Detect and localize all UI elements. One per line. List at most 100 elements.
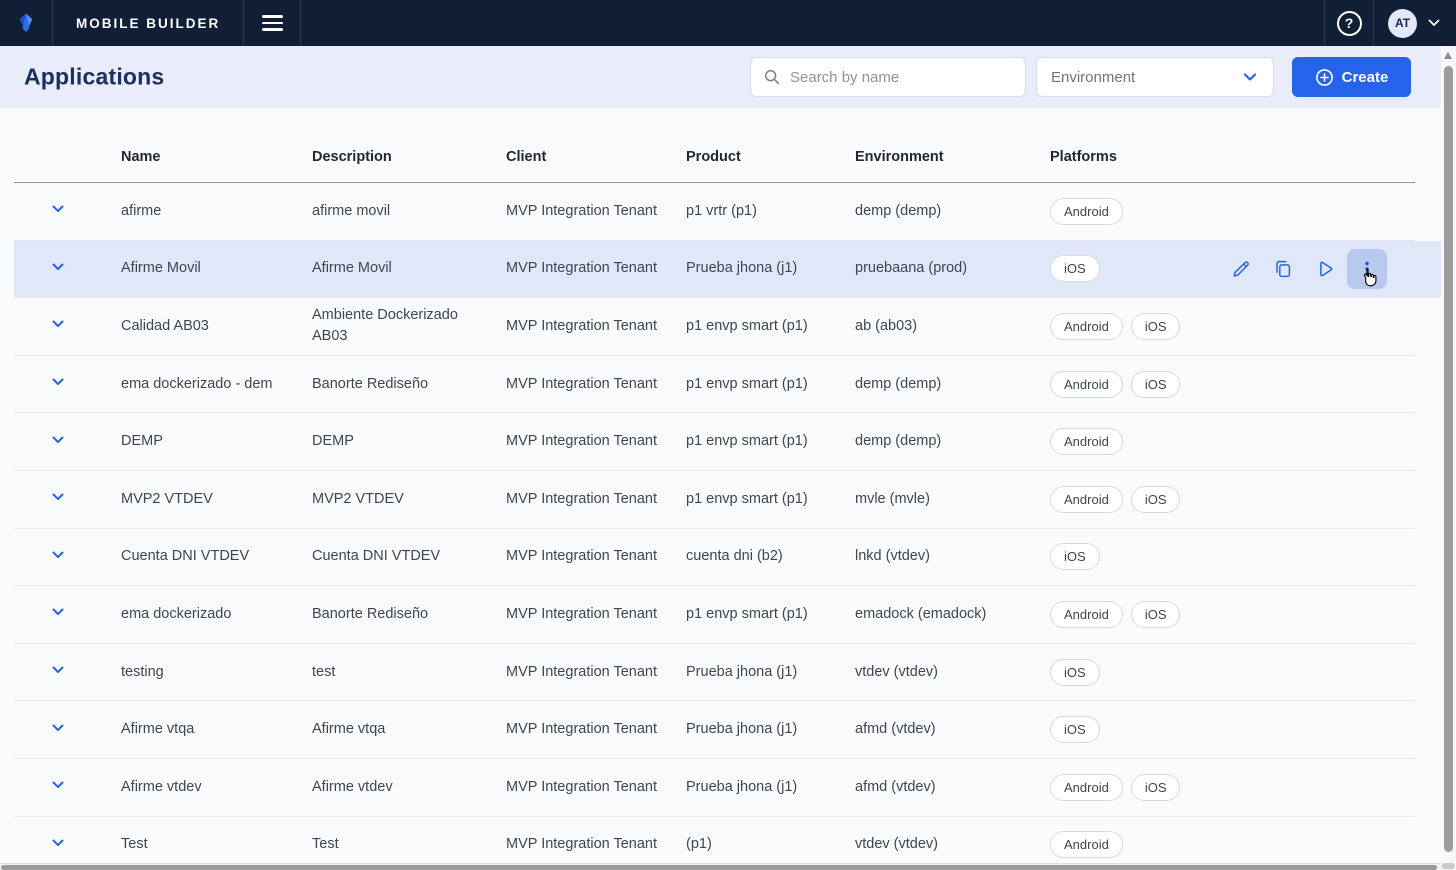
platform-badges: iOS <box>1050 543 1215 570</box>
app-client: MVP Integration Tenant <box>506 374 686 395</box>
menu-button[interactable] <box>244 0 301 46</box>
brand-logo[interactable] <box>0 0 53 46</box>
horizontal-scrollbar-thumb[interactable] <box>1 865 1437 870</box>
expand-row-button[interactable] <box>47 256 69 278</box>
table-row[interactable]: Afirme Movil Afirme Movil MVP Integratio… <box>14 241 1441 299</box>
app-client: MVP Integration Tenant <box>506 258 686 279</box>
search-input[interactable] <box>790 69 1013 86</box>
platform-badges: Android <box>1050 831 1215 858</box>
app-client: MVP Integration Tenant <box>506 604 686 625</box>
platform-badges: AndroidiOS <box>1050 601 1215 628</box>
duplicate-button[interactable] <box>1263 249 1303 289</box>
create-button-label: Create <box>1342 69 1389 86</box>
table-row[interactable]: Afirme vtdev Afirme vtdev MVP Integratio… <box>14 759 1415 817</box>
scrollbar-corner <box>1442 863 1455 869</box>
app-client: MVP Integration Tenant <box>506 489 686 510</box>
table-row[interactable]: Test Test MVP Integration Tenant (p1) vt… <box>14 817 1415 870</box>
table-row[interactable]: ema dockerizado - dem Banorte Rediseño M… <box>14 356 1415 414</box>
platform-badge: Android <box>1050 198 1123 225</box>
vertical-scrollbar-thumb[interactable] <box>1444 66 1453 852</box>
search-box[interactable] <box>750 57 1026 97</box>
help-button[interactable]: ? <box>1324 0 1373 46</box>
app-name: testing <box>121 662 312 683</box>
hamburger-icon <box>262 15 283 30</box>
edit-button[interactable] <box>1221 249 1261 289</box>
app-name: Afirme vtqa <box>121 719 312 740</box>
app-environment: lnkd (vtdev) <box>855 546 1050 567</box>
chevron-down-icon <box>50 777 66 793</box>
table-row[interactable]: afirme afirme movil MVP Integration Tena… <box>14 183 1415 241</box>
app-environment: demp (demp) <box>855 201 1050 222</box>
chevron-down-icon <box>50 201 66 217</box>
col-client: Client <box>506 149 686 165</box>
platform-badge: Android <box>1050 601 1123 628</box>
platform-badge: iOS <box>1131 774 1181 801</box>
table-row[interactable]: ema dockerizado Banorte Rediseño MVP Int… <box>14 586 1415 644</box>
platform-badge: iOS <box>1131 313 1181 340</box>
col-name: Name <box>121 149 312 165</box>
table-row[interactable]: Afirme vtqa Afirme vtqa MVP Integration … <box>14 701 1415 759</box>
environment-select[interactable]: Environment <box>1036 57 1274 97</box>
app-product: p1 vrtr (p1) <box>686 201 855 222</box>
vertical-scrollbar[interactable] <box>1441 46 1456 870</box>
col-environment: Environment <box>855 149 1050 165</box>
create-button[interactable]: Create <box>1292 57 1411 97</box>
table-row[interactable]: Cuenta DNI VTDEV Cuenta DNI VTDEV MVP In… <box>14 529 1415 587</box>
expand-row-button[interactable] <box>47 717 69 739</box>
platform-badges: iOS <box>1050 716 1215 743</box>
app-name: afirme <box>121 201 312 222</box>
expand-row-button[interactable] <box>47 774 69 796</box>
expand-row-button[interactable] <box>47 544 69 566</box>
app-description: Ambiente Dockerizado AB03 <box>312 305 506 347</box>
app-product: Prueba jhona (j1) <box>686 258 855 279</box>
chevron-down-icon <box>50 662 66 678</box>
horizontal-scrollbar[interactable] <box>0 863 1441 870</box>
app-environment: vtdev (vtdev) <box>855 834 1050 855</box>
kebab-menu-icon <box>1357 259 1377 279</box>
platform-badges: AndroidiOS <box>1050 774 1215 801</box>
expand-row-button[interactable] <box>47 601 69 623</box>
table-row[interactable]: MVP2 VTDEV MVP2 VTDEV MVP Integration Te… <box>14 471 1415 529</box>
expand-row-button[interactable] <box>47 371 69 393</box>
app-name: Afirme vtdev <box>121 777 312 798</box>
applications-table: Name Description Client Product Environm… <box>14 108 1441 870</box>
app-name: Test <box>121 834 312 855</box>
app-description: Cuenta DNI VTDEV <box>312 546 506 567</box>
table-row[interactable]: testing test MVP Integration Tenant Prue… <box>14 644 1415 702</box>
platform-badge: Android <box>1050 371 1123 398</box>
chevron-down-icon <box>1426 15 1442 31</box>
top-navigation-bar: MOBILE BUILDER ? AT <box>0 0 1456 46</box>
expand-row-button[interactable] <box>47 832 69 854</box>
run-button[interactable] <box>1305 249 1345 289</box>
pencil-icon <box>1230 258 1252 280</box>
expand-row-button[interactable] <box>47 486 69 508</box>
app-description: Afirme vtdev <box>312 777 506 798</box>
avatar: AT <box>1388 9 1417 38</box>
app-environment: afmd (vtdev) <box>855 719 1050 740</box>
brand-logo-icon <box>14 10 38 36</box>
platform-badge: iOS <box>1131 486 1181 513</box>
topbar-spacer <box>301 0 1324 46</box>
expand-row-button[interactable] <box>47 198 69 220</box>
expand-row-button[interactable] <box>47 313 69 335</box>
app-product: p1 envp smart (p1) <box>686 431 855 452</box>
platform-badge: Android <box>1050 313 1123 340</box>
app-name: Calidad AB03 <box>121 316 312 337</box>
chevron-down-icon <box>50 259 66 275</box>
table-body: afirme afirme movil MVP Integration Tena… <box>14 183 1441 870</box>
app-description: test <box>312 662 506 683</box>
app-client: MVP Integration Tenant <box>506 834 686 855</box>
account-menu[interactable]: AT <box>1373 0 1456 46</box>
app-screen: MOBILE BUILDER ? AT Applications <box>0 0 1456 870</box>
scroll-up-arrow-icon[interactable] <box>1444 52 1452 59</box>
chevron-down-icon <box>50 489 66 505</box>
app-product: p1 envp smart (p1) <box>686 489 855 510</box>
app-client: MVP Integration Tenant <box>506 201 686 222</box>
expand-row-button[interactable] <box>47 659 69 681</box>
more-actions-button[interactable] <box>1347 249 1387 289</box>
app-environment: mvle (mvle) <box>855 489 1050 510</box>
platform-badges: AndroidiOS <box>1050 371 1215 398</box>
expand-row-button[interactable] <box>47 429 69 451</box>
table-row[interactable]: DEMP DEMP MVP Integration Tenant p1 envp… <box>14 413 1415 471</box>
table-row[interactable]: Calidad AB03 Ambiente Dockerizado AB03 M… <box>14 298 1415 356</box>
